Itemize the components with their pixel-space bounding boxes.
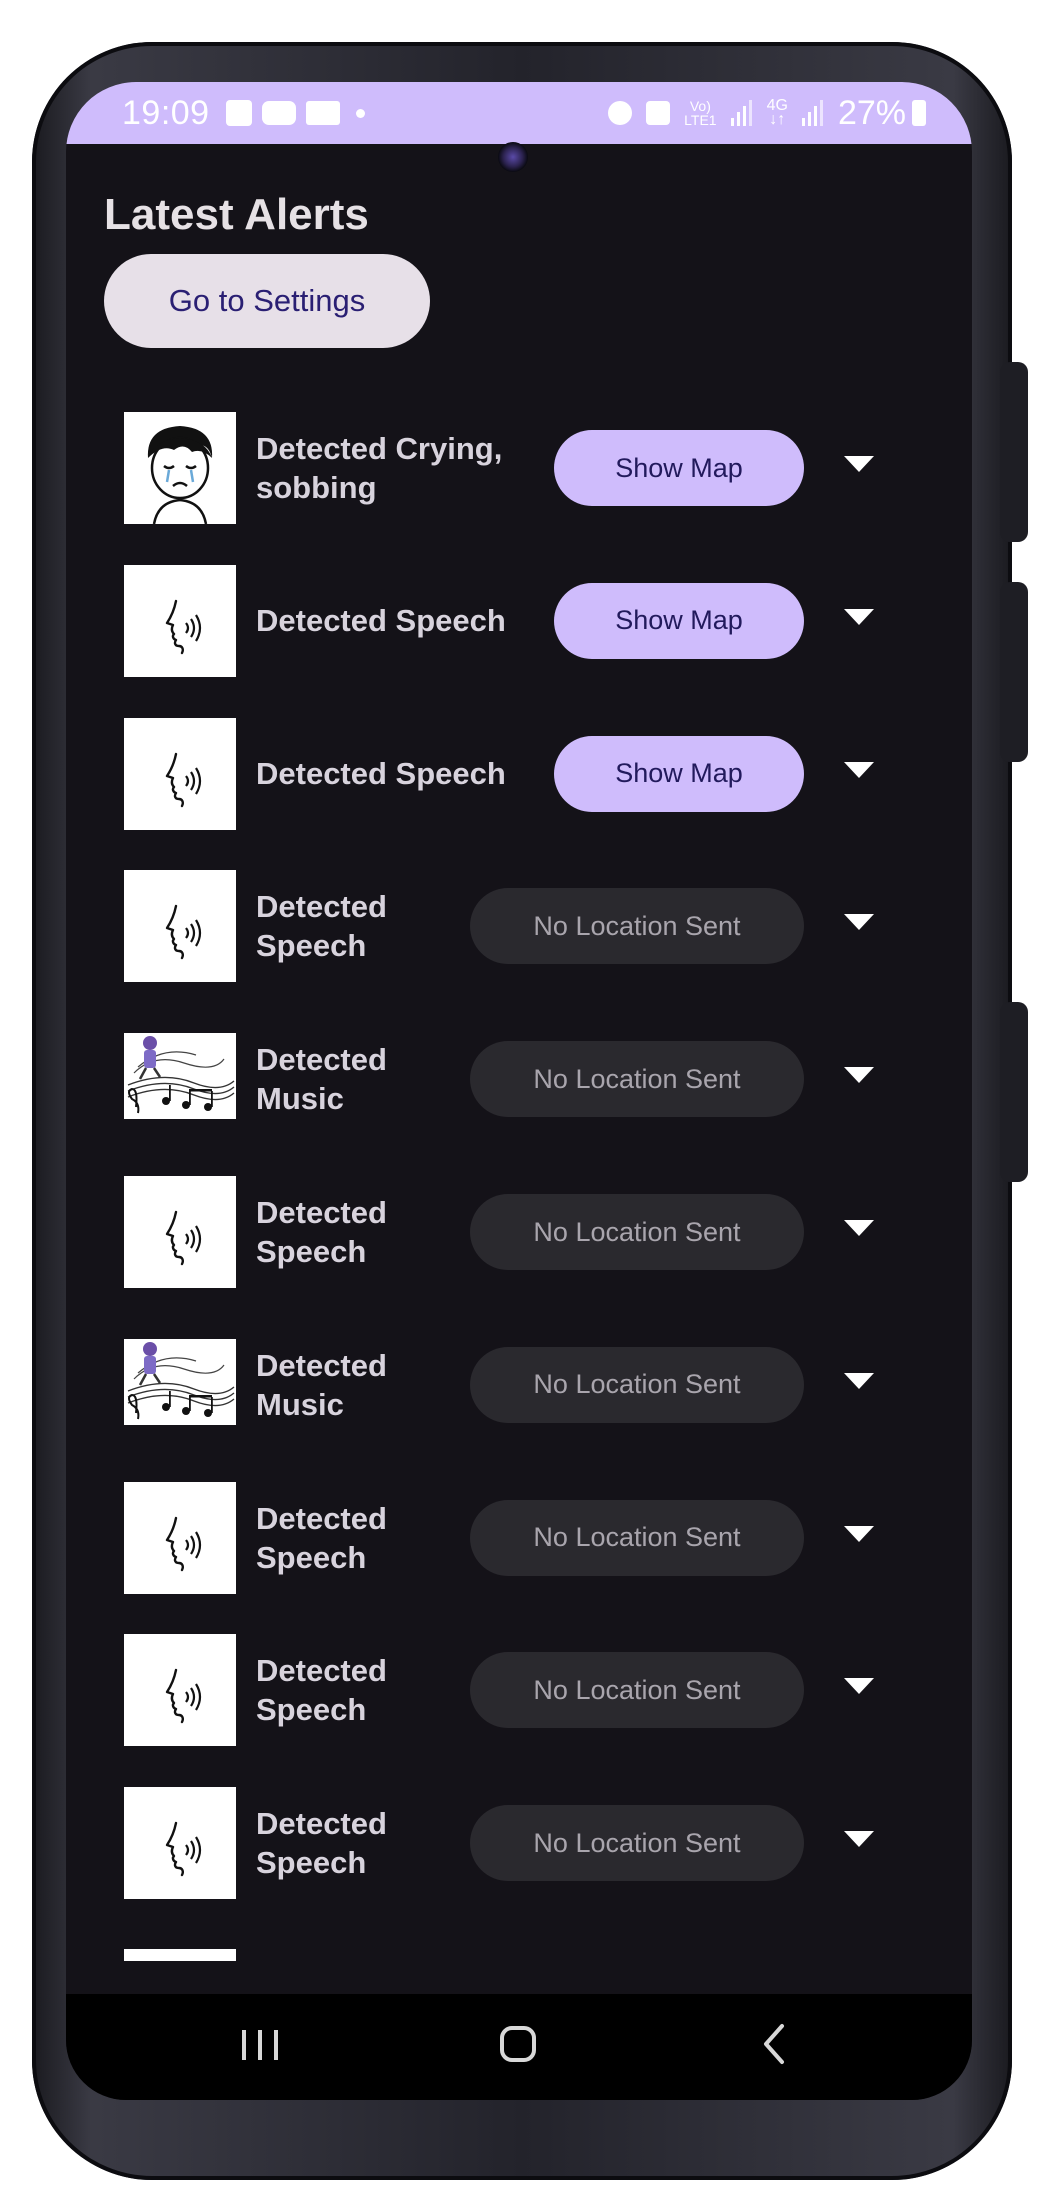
- alert-row: Detected Crying, sobbing Show Map: [66, 392, 972, 544]
- app-screen: 19:09 Vo) LTE1 4G ↓↑ 27% Latest Alerts Go …: [66, 82, 972, 2100]
- no-location-button: No Location Sent: [470, 1346, 804, 1423]
- expand-dropdown-icon[interactable]: [842, 452, 876, 476]
- youtube-icon: [261, 101, 296, 125]
- alert-label: Detected Speech: [256, 698, 546, 850]
- 4g-icon: 4G ↓↑: [766, 97, 788, 128]
- phone-side-button: [1000, 362, 1028, 542]
- alert-row: Detected Speech No Location Sent: [66, 1614, 972, 1766]
- speech-icon: [124, 1481, 236, 1594]
- alert-row: Detected Music No Location Sent: [66, 1309, 972, 1461]
- phone-side-button: [1000, 582, 1028, 762]
- alert-label-line: Detected: [256, 1042, 387, 1078]
- recent-apps-icon[interactable]: [220, 2014, 300, 2074]
- show-map-button[interactable]: Show Map: [554, 735, 804, 812]
- mute-icon: [646, 101, 671, 125]
- alarm-icon: [608, 101, 633, 125]
- alert-label-line: Speech: [256, 1234, 367, 1269]
- battery-level: 27%: [837, 93, 906, 132]
- expand-dropdown-icon[interactable]: [842, 1063, 876, 1087]
- alert-label: Detected Speech: [256, 1614, 426, 1766]
- no-location-button: No Location Sent: [470, 888, 804, 965]
- alert-label-line: Music: [256, 1386, 344, 1422]
- alert-row: Detected Speech No Location Sent: [66, 1462, 972, 1614]
- no-location-button: No Location Sent: [470, 1499, 804, 1576]
- alert-label: Detected Speech: [256, 1767, 426, 1919]
- alert-label-line: Detected: [256, 1653, 387, 1689]
- page-title: Latest Alerts: [104, 190, 369, 239]
- alert-label: Detected Music: [256, 1309, 426, 1461]
- alert-label: Detected Speech: [256, 1156, 426, 1308]
- speech-icon: [124, 564, 236, 677]
- expand-dropdown-icon[interactable]: [842, 1216, 876, 1240]
- expand-dropdown-icon[interactable]: [842, 1827, 876, 1851]
- back-icon[interactable]: [734, 2014, 814, 2074]
- alert-row: Detected Speech No Location Sent: [66, 850, 972, 1002]
- crying-icon: [124, 412, 236, 524]
- show-map-button[interactable]: Show Map: [554, 430, 804, 506]
- expand-dropdown-icon[interactable]: [842, 1522, 876, 1546]
- alert-label-line: Speech: [256, 1539, 367, 1575]
- status-bar: 19:09 Vo) LTE1 4G ↓↑ 27%: [66, 82, 972, 144]
- alert-label: Detected Speech: [256, 545, 546, 697]
- alert-label-line: Detected: [256, 889, 387, 925]
- signal-icon: [730, 100, 752, 126]
- alert-row: Detected Speech No Location Sent: [66, 1767, 972, 1919]
- alert-label: Detected Music: [256, 1003, 426, 1155]
- alert-label-line: Detected Speech: [256, 603, 506, 639]
- alert-row: Detected Speech Show Map: [66, 545, 972, 697]
- no-location-button: No Location Sent: [470, 1652, 804, 1729]
- go-to-settings-button[interactable]: Go to Settings: [104, 254, 430, 348]
- front-camera: [498, 142, 528, 172]
- alert-label-line: Speech: [256, 1692, 367, 1728]
- expand-dropdown-icon[interactable]: [842, 605, 876, 629]
- music-icon: [124, 1033, 236, 1120]
- alert-row: Detected Speech Show Map: [66, 698, 972, 850]
- status-time: 19:09: [122, 93, 210, 132]
- alert-label-line: Detected: [256, 1347, 387, 1383]
- alert-label-line: Detected: [256, 1500, 387, 1536]
- expand-dropdown-icon[interactable]: [842, 910, 876, 934]
- alert-label: Detected Speech: [256, 850, 426, 1002]
- alert-label-line: Detected: [256, 1806, 387, 1842]
- alert-label-line: Speech: [256, 1845, 367, 1881]
- navigation-bar: [66, 1994, 972, 2100]
- video-icon: [305, 101, 340, 125]
- expand-dropdown-icon[interactable]: [842, 758, 876, 782]
- show-map-button[interactable]: Show Map: [554, 582, 804, 659]
- signal-icon: [801, 100, 823, 126]
- no-location-button: No Location Sent: [470, 1805, 804, 1882]
- alert-label-line: Speech: [256, 928, 367, 964]
- home-icon[interactable]: [478, 2014, 558, 2074]
- alert-label: Detected Speech: [256, 1462, 426, 1614]
- image-icon: [225, 100, 252, 126]
- alert-label-line: Detected: [256, 1195, 387, 1230]
- alert-row: Detected Speech No Location Sent: [66, 1156, 972, 1308]
- alert-label: Detected Crying, sobbing: [256, 392, 546, 544]
- music-icon: [124, 1338, 236, 1425]
- phone-side-button: [1000, 1002, 1028, 1182]
- speech-icon: [124, 1176, 236, 1288]
- expand-dropdown-icon[interactable]: [842, 1674, 876, 1698]
- speech-icon: [124, 1787, 236, 1900]
- no-location-button: No Location Sent: [470, 1041, 804, 1118]
- alert-thumbnail-partial: [124, 1949, 236, 1961]
- no-location-button: No Location Sent: [470, 1194, 804, 1270]
- alert-label-line: Detected Crying,: [256, 431, 503, 466]
- speech-icon: [124, 717, 236, 830]
- alert-row: Detected Music No Location Sent: [66, 1003, 972, 1155]
- alert-label-line: Detected Speech: [256, 756, 506, 792]
- volte-icon: Vo) LTE1: [684, 98, 717, 128]
- speech-icon: [124, 1634, 236, 1747]
- alert-label-line: Music: [256, 1081, 344, 1117]
- dot-icon: [355, 108, 365, 118]
- expand-dropdown-icon[interactable]: [842, 1369, 876, 1393]
- alert-label-line: sobbing: [256, 470, 377, 505]
- battery-icon: [912, 100, 926, 126]
- speech-icon: [124, 870, 236, 983]
